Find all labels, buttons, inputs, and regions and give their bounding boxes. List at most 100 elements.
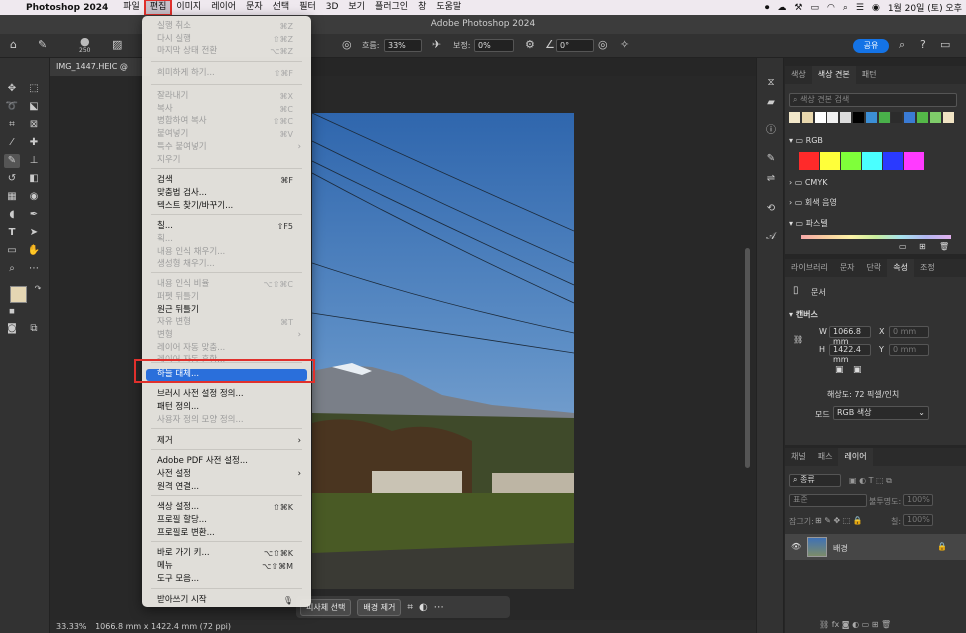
layer-name[interactable]: 배경 [833,543,848,554]
lasso-tool-icon[interactable]: ➰ [4,100,20,114]
siri-icon[interactable]: ◉ [872,3,880,13]
hammer-icon[interactable]: ⚒ [794,3,802,13]
menu-image[interactable]: 이미지 [171,0,206,15]
menu-item[interactable]: 바로 가기 키... ⌥⇧⌘K [142,548,311,559]
layer-filter-icons[interactable]: ▣ ◐ T ⬚ ⧉ [849,476,892,486]
group-rgb[interactable]: ▾ ▭ RGB [789,136,823,145]
mode-select[interactable]: RGB 색상 ⌄ [833,406,929,420]
recent-swatch[interactable] [904,112,916,123]
control-center-icon[interactable]: ☰ [856,3,864,13]
recent-swatch[interactable] [865,112,877,123]
canvas-photo[interactable] [312,113,574,589]
menu-layer[interactable]: 레이어 [206,0,241,15]
menu-item[interactable]: 제거 › [142,436,311,447]
pastel-swatches[interactable] [801,235,951,239]
clone-stamp-icon[interactable]: ⊥ [26,154,42,168]
layer-actions-icons[interactable]: ⛓ fx ◙ ◐ ▭ ⊞ 🗑 [819,620,891,629]
menu-item[interactable]: 맞춤법 검사... [142,188,311,199]
menu-item[interactable]: 도구 모음... [142,574,311,585]
info-icon[interactable]: ⓘ [763,124,779,138]
hand-tool-icon[interactable]: ✋ [26,244,42,258]
tab-character[interactable]: 문자 [834,259,861,277]
symmetry-icon[interactable]: ✧ [620,38,629,51]
adjust-icon[interactable]: ◐ [419,602,428,613]
document-tab[interactable]: IMG_1447.HEIC @ [50,58,150,76]
recent-swatch[interactable] [789,112,800,123]
menu-item[interactable]: Adobe PDF 사전 설정... [142,456,311,467]
portrait-orientation-icon[interactable]: ▣ [835,365,844,375]
tab-properties[interactable]: 속성 [887,259,915,277]
home-icon[interactable]: ⌂ [10,38,17,51]
tab-patterns[interactable]: 패턴 [856,66,883,84]
search-icon[interactable]: ⌕ [899,38,905,52]
menu-item[interactable]: 사전 설정 › [142,469,311,480]
history-brush-icon[interactable]: ↺ [4,172,20,186]
search-icon[interactable]: ⌕ [843,3,848,13]
dodge-tool-icon[interactable]: ◖ [4,208,20,222]
clock[interactable]: 1월 20일 (토) 오후 [888,1,962,14]
screen-mode-icon[interactable]: ⧉ [26,322,42,336]
battery-icon[interactable]: ▭ [810,3,819,13]
tab-channels[interactable]: 채널 [785,448,812,466]
glyphs-icon[interactable]: 𝒜 [763,230,779,244]
properties-icon[interactable]: ⟲ [763,202,779,216]
menu-item[interactable]: 프로필로 변환... [142,528,311,539]
crop-tool-icon[interactable]: ⌗ [4,118,20,132]
brush-settings-icon[interactable]: ✎ [763,152,779,166]
object-selection-icon[interactable]: ⬕ [26,100,42,114]
menu-plugins[interactable]: 플러그인 [370,0,413,15]
group-cmyk[interactable]: › ▭ CMYK [789,178,827,187]
rgb-swatch[interactable] [904,152,924,170]
artboard-marquee-icon[interactable]: ⬚ [26,82,42,96]
tab-libraries[interactable]: 라이브러리 [785,259,834,277]
menu-item[interactable]: 프로필 할당... [142,515,311,526]
rgb-swatch[interactable] [883,152,903,170]
recent-swatch[interactable] [891,112,903,123]
height-field[interactable]: 1422.4 mm [829,344,871,364]
menu-item[interactable]: 칠... ⇧F5 [142,221,311,232]
history-icon[interactable]: ⧖ [763,76,779,90]
fill-field[interactable]: 100% [903,514,933,526]
menu-item[interactable]: 원격 연결... [142,482,311,493]
tab-adjustments[interactable]: 조정 [914,259,941,277]
eye-icon[interactable]: 👁 [791,542,801,551]
document-info[interactable]: 1066.8 mm x 1422.4 mm (72 ppi) [95,622,231,631]
comments-icon[interactable]: ▰ [763,96,779,110]
recent-swatch[interactable] [853,112,864,123]
pen-tool-icon[interactable]: ✒ [26,208,42,222]
record-icon[interactable]: ⏺ [765,3,770,13]
eraser-icon[interactable]: ◧ [26,172,42,186]
canvas-section-header[interactable]: ▾ 캔버스 [789,309,818,320]
delete-icon[interactable]: 🗑 [939,242,949,251]
rgb-swatch[interactable] [841,152,861,170]
layer-filter-select[interactable]: ⌕ 종류 [789,474,841,487]
rgb-swatch[interactable] [862,152,882,170]
menu-type[interactable]: 문자 [241,0,268,15]
brush-settings-icon[interactable]: ▨ [112,38,122,51]
brush-tool-icon[interactable]: ✎ [4,154,20,168]
recent-swatch[interactable] [917,112,928,123]
menu-item[interactable]: 검색 ⌘F [142,175,311,186]
smoothing-settings-icon[interactable]: ⚙ [525,38,535,51]
menu-select[interactable]: 선택 [268,0,295,15]
angle-icon[interactable]: ∠ [545,38,555,51]
x-field[interactable]: 0 mm [889,326,929,338]
tab-paragraph[interactable]: 단락 [861,259,888,277]
help-icon[interactable]: ? [920,38,926,51]
app-name[interactable]: Photoshop 2024 [26,3,108,13]
width-field[interactable]: 1066.8 mm [829,326,871,346]
group-grayscale[interactable]: › ▭ 회색 음영 [789,197,837,208]
recent-swatch[interactable] [827,112,839,123]
rgb-swatch[interactable] [820,152,840,170]
healing-brush-icon[interactable]: ✚ [26,136,42,150]
frame-tool-icon[interactable]: ⊠ [26,118,42,132]
menu-help[interactable]: 도움말 [431,0,466,15]
angle-field[interactable]: 0° [556,39,594,52]
layer-row[interactable]: 👁 배경 🔒 [785,534,966,560]
recent-swatch[interactable] [801,112,813,123]
recent-swatch[interactable] [929,112,941,123]
foreground-color-swatch[interactable] [10,286,27,303]
adjustments-icon[interactable]: ⇌ [763,172,779,186]
eyedropper-icon[interactable]: ⁄ [4,136,20,150]
menu-3d[interactable]: 3D [321,0,344,15]
